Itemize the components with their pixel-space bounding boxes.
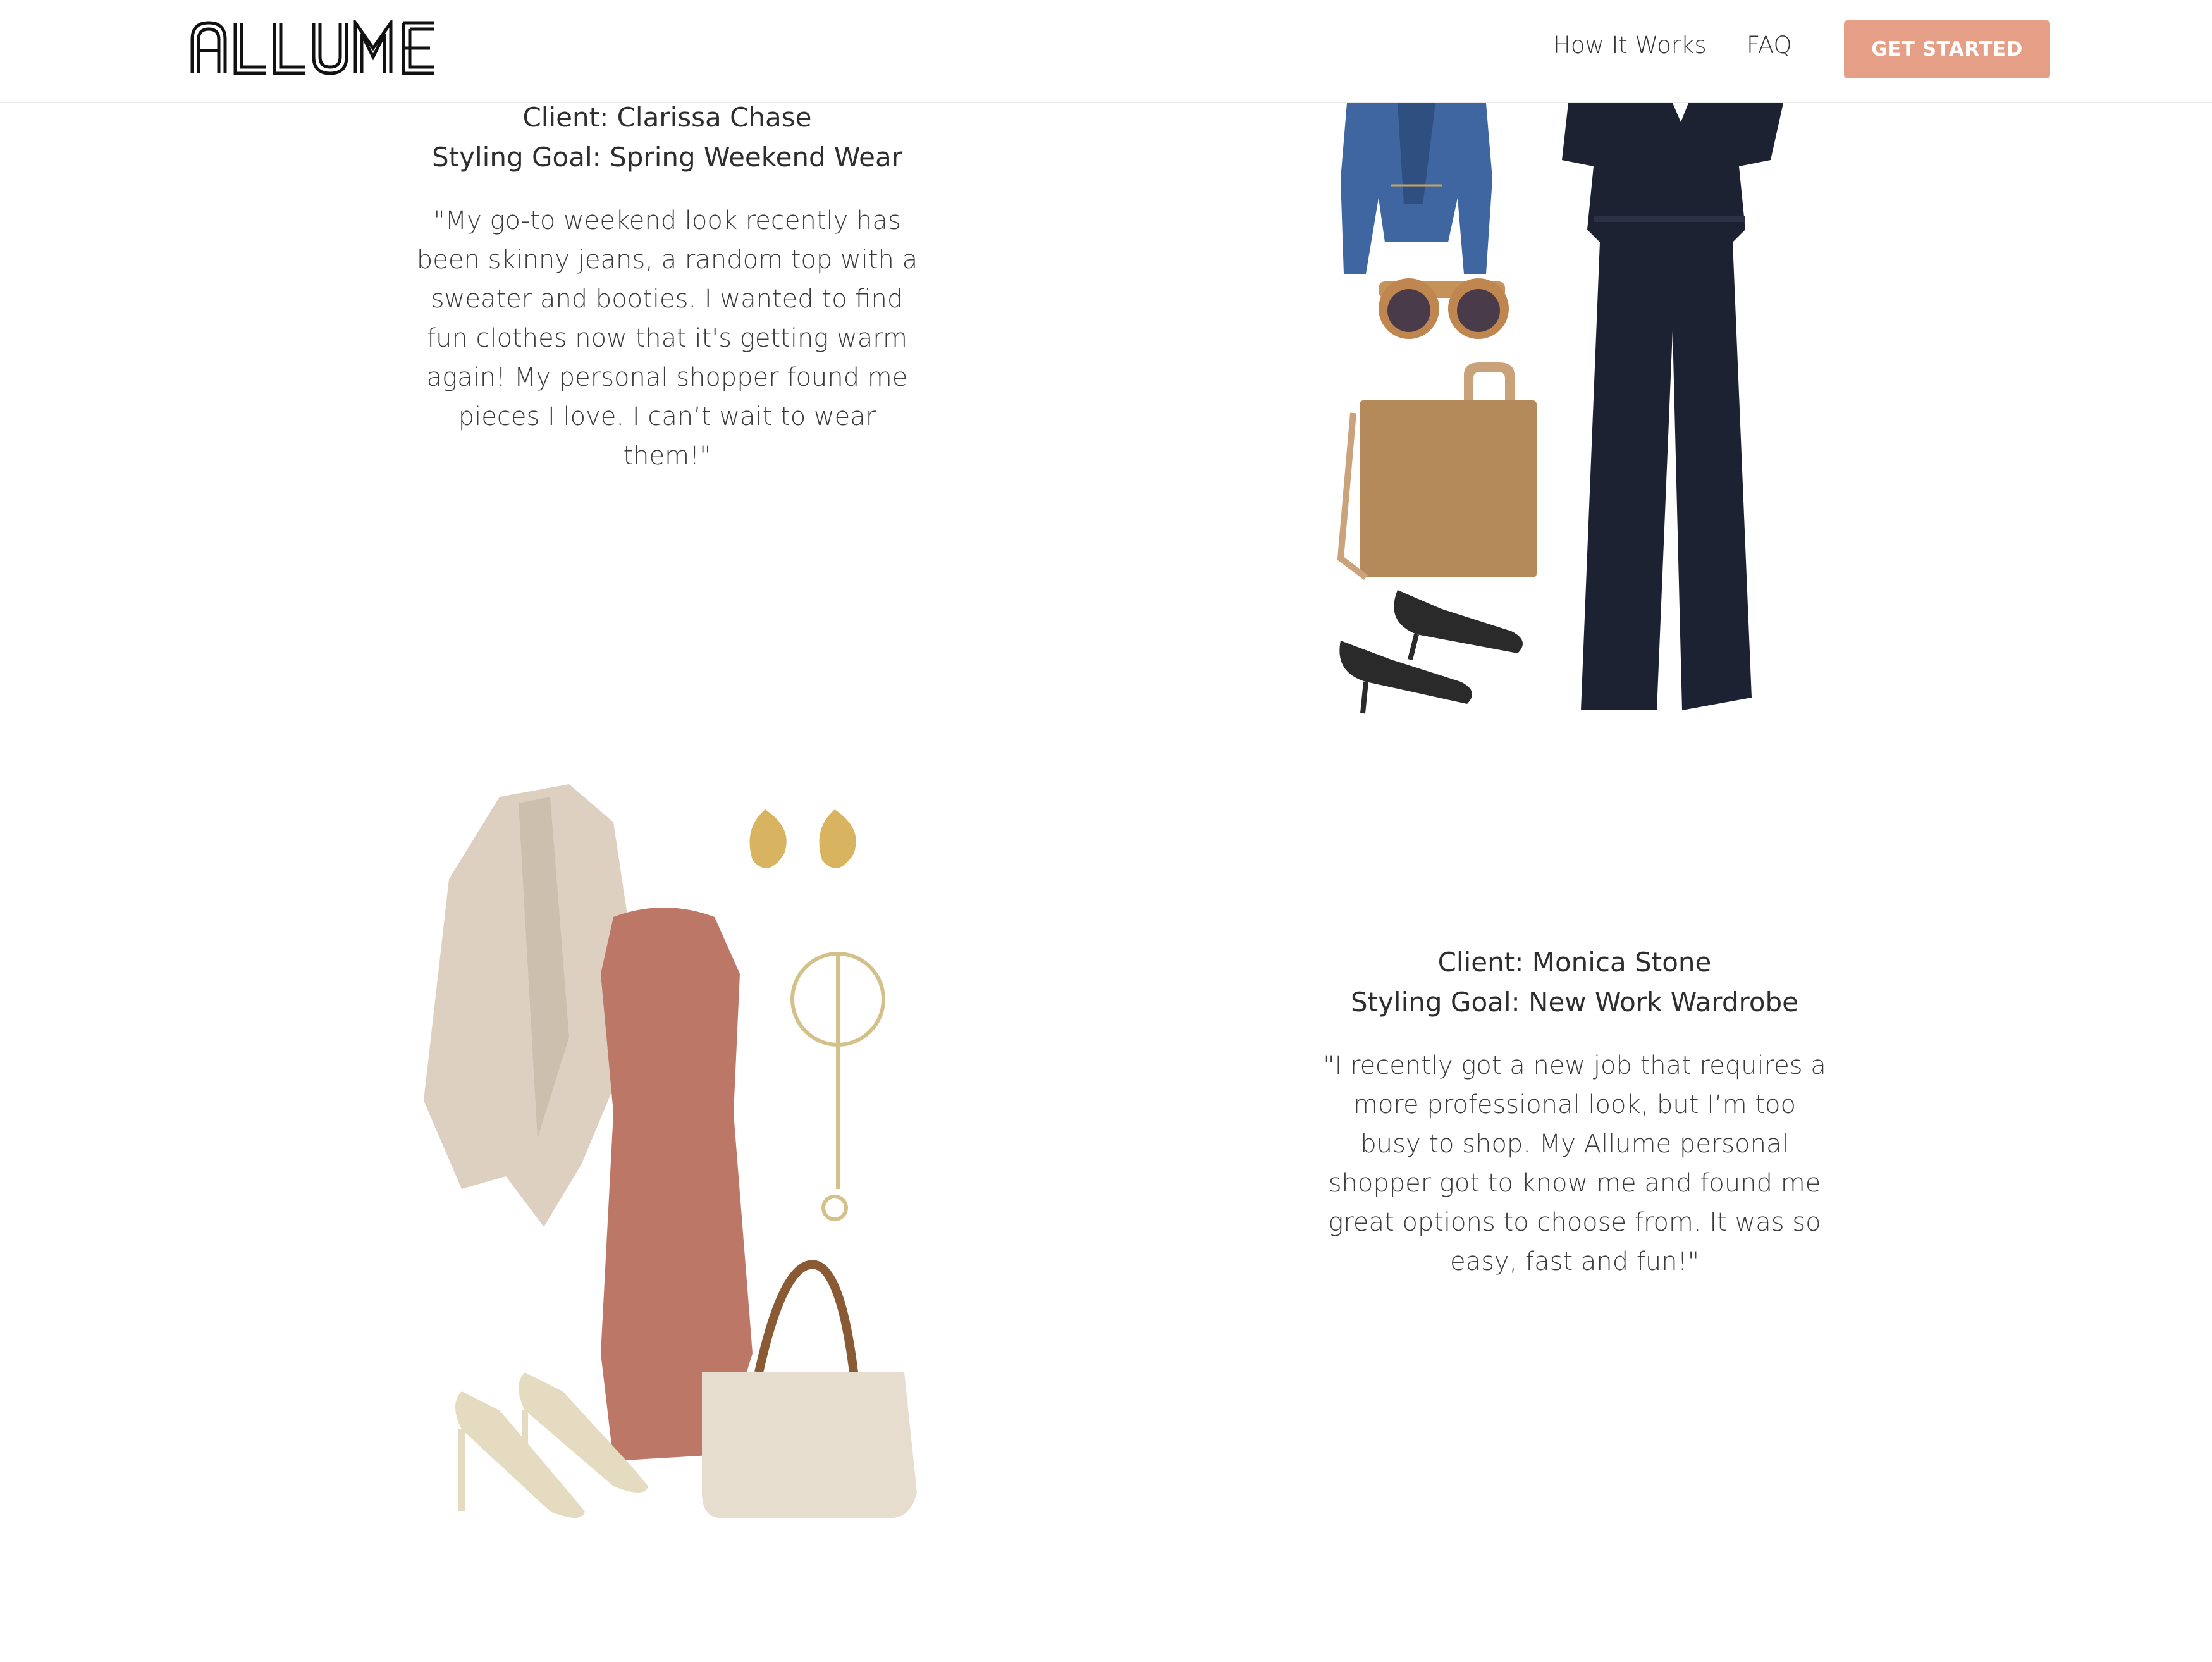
client-name: Client: Clarissa Chase [522, 102, 812, 133]
allume-logo[interactable] [190, 20, 436, 75]
tote-bag-image [1337, 362, 1537, 580]
outfit-image-weekend [1337, 103, 1783, 714]
jumpsuit-image [1562, 103, 1783, 710]
testimonial-monica: Client: Monica Stone Styling Goal: New W… [1312, 942, 1837, 1281]
sunglasses-image [1379, 278, 1509, 339]
client-name: Client: Monica Stone [1437, 947, 1712, 978]
styling-goal: Styling Goal: Spring Weekend Wear [432, 142, 902, 173]
nav-how-it-works[interactable]: How It Works [1553, 32, 1707, 59]
nav-faq[interactable]: FAQ [1747, 32, 1792, 59]
outfit-image-work [424, 784, 917, 1518]
earrings-image [749, 809, 856, 868]
testimonial-clarissa: Client: Clarissa Chase Styling Goal: Spr… [405, 97, 930, 476]
cardigan-image [424, 784, 632, 1227]
testimonial-quote: "I recently got a new job that requires … [1323, 1051, 1826, 1276]
site-header: How It Works FAQ GET STARTED [0, 0, 2212, 103]
get-started-button[interactable]: GET STARTED [1844, 20, 2050, 78]
testimonial-quote: "My go-to weekend look recently has been… [416, 206, 918, 471]
styling-goal: Styling Goal: New Work Wardrobe [1350, 987, 1799, 1018]
heels-image [1339, 590, 1523, 714]
denim-jacket-image [1341, 103, 1492, 274]
necklace-image [790, 952, 885, 1221]
